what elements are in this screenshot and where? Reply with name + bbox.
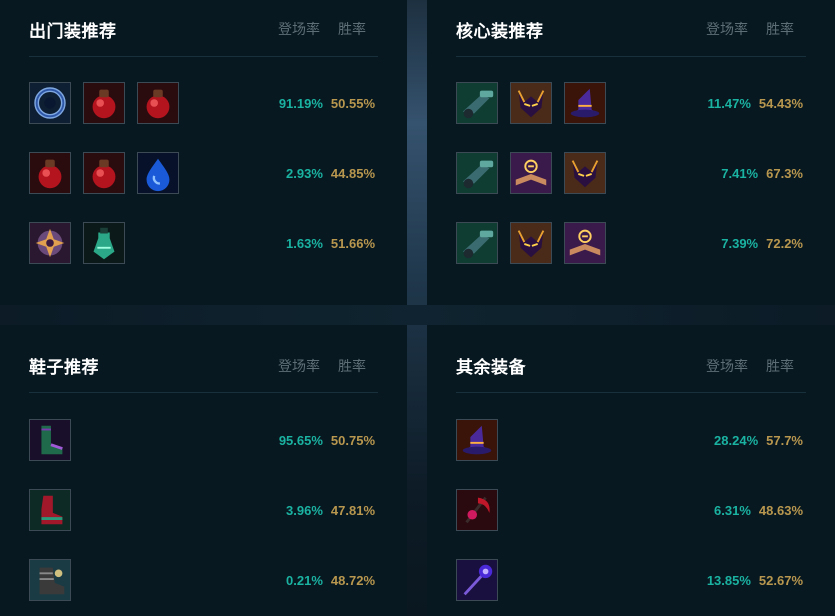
health-potion-icon[interactable]	[83, 152, 125, 194]
cannon-gun-icon[interactable]	[456, 82, 498, 124]
pick-rate: 6.31%	[714, 503, 751, 518]
horned-mask-icon[interactable]	[510, 222, 552, 264]
build-row[interactable]: 11.47% 54.43%	[456, 82, 806, 128]
pick-rate-header: 登场率	[706, 21, 748, 37]
build-row[interactable]: 1.63% 51.66%	[29, 222, 378, 268]
build-row[interactable]: 0.21% 48.72%	[29, 559, 378, 605]
panel-header: 其余装备 登场率 胜率	[456, 325, 806, 393]
win-rate: 54.43%	[758, 96, 803, 111]
build-row[interactable]: 91.19% 50.55%	[29, 82, 378, 128]
panel-header: 核心装推荐 登场率 胜率	[456, 0, 806, 57]
win-rate-header: 胜率	[338, 21, 366, 37]
void-staff-icon[interactable]	[456, 559, 498, 601]
pick-rate: 95.65%	[278, 433, 323, 448]
win-rate-header: 胜率	[766, 21, 794, 37]
pick-rate: 7.41%	[721, 166, 759, 181]
win-rate: 48.72%	[330, 573, 375, 588]
panel-divider	[0, 305, 835, 325]
panel-title: 鞋子推荐	[29, 358, 99, 377]
win-rate: 50.55%	[330, 96, 375, 111]
starter-items-panel: 出门装推荐 登场率 胜率 91.19% 50.55% 2.93% 44.85% 1.6…	[0, 0, 407, 305]
build-row[interactable]: 2.93% 44.85%	[29, 152, 378, 198]
health-potion-icon[interactable]	[137, 82, 179, 124]
pick-rate-header: 登场率	[278, 21, 320, 37]
column-headers: 登场率 胜率	[260, 356, 366, 376]
health-potion-icon[interactable]	[29, 152, 71, 194]
pick-rate: 28.24%	[714, 433, 759, 448]
panel-title: 出门装推荐	[29, 22, 117, 41]
witch-hat-icon[interactable]	[564, 82, 606, 124]
win-rate: 44.85%	[330, 166, 375, 181]
pick-rate: 2.93%	[286, 166, 323, 181]
build-row[interactable]: 3.96% 47.81%	[29, 489, 378, 535]
build-row[interactable]: 95.65% 50.75%	[29, 419, 378, 465]
pick-rate-header: 登场率	[706, 358, 748, 374]
steel-boots-icon[interactable]	[29, 559, 71, 601]
mana-tear-icon[interactable]	[137, 152, 179, 194]
cannon-gun-icon[interactable]	[456, 222, 498, 264]
win-rate-header: 胜率	[338, 358, 366, 374]
build-row[interactable]: 7.39% 72.2%	[456, 222, 806, 268]
dark-scythe-icon[interactable]	[456, 489, 498, 531]
boots-panel: 鞋子推荐 登场率 胜率 95.65% 50.75% 3.96% 47.81% 0.21…	[0, 325, 407, 616]
build-row[interactable]: 28.24% 57.7%	[456, 419, 806, 465]
pick-rate: 7.39%	[721, 236, 759, 251]
win-rate: 51.66%	[330, 236, 375, 251]
panel-header: 出门装推荐 登场率 胜率	[29, 0, 378, 57]
column-headers: 登场率 胜率	[688, 356, 794, 376]
pick-rate: 91.19%	[278, 96, 323, 111]
panel-title: 其余装备	[456, 358, 526, 377]
win-rate: 52.67%	[758, 573, 803, 588]
build-row[interactable]: 6.31% 48.63%	[456, 489, 806, 535]
spell-book-icon[interactable]	[564, 222, 606, 264]
pick-rate-header: 登场率	[278, 358, 320, 374]
health-potion-icon[interactable]	[83, 82, 125, 124]
dark-seal-icon[interactable]	[29, 82, 71, 124]
panel-title: 核心装推荐	[456, 22, 544, 41]
shield-crest-icon[interactable]	[29, 222, 71, 264]
win-rate: 50.75%	[330, 433, 375, 448]
spell-book-icon[interactable]	[510, 152, 552, 194]
sorcerer-shoes-icon[interactable]	[29, 419, 71, 461]
win-rate: 57.7%	[766, 433, 803, 448]
witch-hat-icon[interactable]	[456, 419, 498, 461]
other-items-panel: 其余装备 登场率 胜率 28.24% 57.7% 6.31% 48.63% 13.85…	[427, 325, 835, 616]
build-row[interactable]: 13.85% 52.67%	[456, 559, 806, 605]
column-headers: 登场率 胜率	[260, 19, 366, 39]
column-headers: 登场率 胜率	[688, 19, 794, 39]
win-rate-header: 胜率	[766, 358, 794, 374]
panel-header: 鞋子推荐 登场率 胜率	[29, 325, 378, 393]
build-row[interactable]: 7.41% 67.3%	[456, 152, 806, 198]
cannon-gun-icon[interactable]	[456, 152, 498, 194]
horned-mask-icon[interactable]	[510, 82, 552, 124]
horned-mask-icon[interactable]	[564, 152, 606, 194]
pick-rate: 13.85%	[706, 573, 751, 588]
refillable-potion-icon[interactable]	[83, 222, 125, 264]
core-items-panel: 核心装推荐 登场率 胜率 11.47% 54.43% 7.41% 67.3% 7.39…	[427, 0, 835, 305]
win-rate: 67.3%	[766, 166, 803, 181]
pick-rate: 11.47%	[707, 96, 751, 111]
pick-rate: 1.63%	[286, 236, 323, 251]
win-rate: 72.2%	[766, 236, 803, 251]
win-rate: 47.81%	[330, 503, 375, 518]
win-rate: 48.63%	[758, 503, 803, 518]
pick-rate: 0.21%	[286, 573, 323, 588]
mercury-boots-icon[interactable]	[29, 489, 71, 531]
pick-rate: 3.96%	[286, 503, 323, 518]
